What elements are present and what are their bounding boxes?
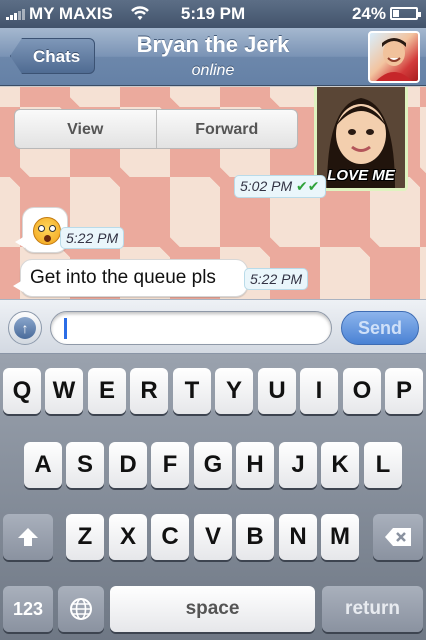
battery-icon bbox=[390, 7, 421, 20]
key-b[interactable]: B bbox=[236, 514, 274, 560]
key-n[interactable]: N bbox=[279, 514, 317, 560]
key-c[interactable]: C bbox=[151, 514, 189, 560]
globe-key[interactable] bbox=[58, 586, 104, 632]
upload-arrow-icon: ↑ bbox=[14, 317, 36, 339]
photo-message-time: 5:02 PM bbox=[240, 178, 293, 194]
key-y[interactable]: Y bbox=[215, 368, 253, 414]
globe-icon bbox=[70, 598, 92, 620]
emoji-message-timestamp: 5:22 PM bbox=[60, 227, 125, 249]
key-j[interactable]: J bbox=[279, 442, 317, 488]
key-w[interactable]: W bbox=[45, 368, 83, 414]
photo-caption: LOVE ME bbox=[327, 167, 395, 184]
text-cursor bbox=[64, 318, 67, 339]
key-r[interactable]: R bbox=[130, 368, 168, 414]
nav-bar: Chats Bryan the Jerk online bbox=[0, 28, 426, 86]
return-key[interactable]: return bbox=[322, 586, 423, 632]
space-key[interactable]: space bbox=[110, 586, 315, 632]
shift-arrow-icon bbox=[18, 528, 38, 546]
text-message-timestamp: 5:22 PM bbox=[244, 268, 309, 290]
key-l[interactable]: L bbox=[364, 442, 402, 488]
key-v[interactable]: V bbox=[194, 514, 232, 560]
key-e[interactable]: E bbox=[88, 368, 126, 414]
key-t[interactable]: T bbox=[173, 368, 211, 414]
key-o[interactable]: O bbox=[343, 368, 381, 414]
key-h[interactable]: H bbox=[236, 442, 274, 488]
backspace-icon bbox=[385, 528, 411, 546]
numbers-key[interactable]: 123 bbox=[3, 586, 53, 632]
key-f[interactable]: F bbox=[151, 442, 189, 488]
photo-message[interactable]: LOVE ME bbox=[314, 87, 408, 191]
contact-avatar[interactable] bbox=[368, 31, 420, 83]
key-u[interactable]: U bbox=[258, 368, 296, 414]
contact-name[interactable]: Bryan the Jerk bbox=[80, 32, 346, 58]
text-message-bubble[interactable]: Get into the queue pls bbox=[13, 259, 248, 297]
keyboard: Q W E R T Y U I O P A S D F G H J K L Z … bbox=[0, 354, 426, 640]
message-input-bar: ↑ Send bbox=[0, 299, 426, 354]
forward-menu-item[interactable]: Forward bbox=[155, 110, 298, 148]
key-k[interactable]: K bbox=[321, 442, 359, 488]
key-z[interactable]: Z bbox=[66, 514, 104, 560]
key-p[interactable]: P bbox=[385, 368, 423, 414]
delivered-check-icon: ✔✔ bbox=[296, 178, 320, 194]
flushed-face-emoji-icon bbox=[33, 217, 61, 245]
key-d[interactable]: D bbox=[109, 442, 147, 488]
attach-button[interactable]: ↑ bbox=[8, 311, 42, 345]
avatar-person-icon bbox=[376, 38, 412, 81]
view-menu-item[interactable]: View bbox=[15, 110, 156, 148]
key-m[interactable]: M bbox=[321, 514, 359, 560]
battery-percent: 24% bbox=[351, 4, 386, 23]
send-button[interactable]: Send bbox=[341, 311, 419, 345]
message-input[interactable] bbox=[50, 311, 332, 345]
chat-area[interactable]: LOVE ME View Forward 5:02 PM ✔✔ 5:22 PM … bbox=[0, 87, 426, 299]
shift-key[interactable] bbox=[3, 514, 53, 560]
photo-message-timestamp: 5:02 PM ✔✔ bbox=[234, 175, 326, 198]
message-text: Get into the queue pls bbox=[30, 267, 216, 288]
backspace-key[interactable] bbox=[373, 514, 423, 560]
key-q[interactable]: Q bbox=[3, 368, 41, 414]
key-x[interactable]: X bbox=[109, 514, 147, 560]
key-i[interactable]: I bbox=[300, 368, 338, 414]
key-s[interactable]: S bbox=[66, 442, 104, 488]
key-g[interactable]: G bbox=[194, 442, 232, 488]
message-action-menu: View Forward bbox=[14, 109, 298, 149]
key-a[interactable]: A bbox=[24, 442, 62, 488]
status-bar: MY MAXIS 5:19 PM 24% bbox=[0, 0, 426, 28]
contact-status: online bbox=[191, 62, 235, 79]
